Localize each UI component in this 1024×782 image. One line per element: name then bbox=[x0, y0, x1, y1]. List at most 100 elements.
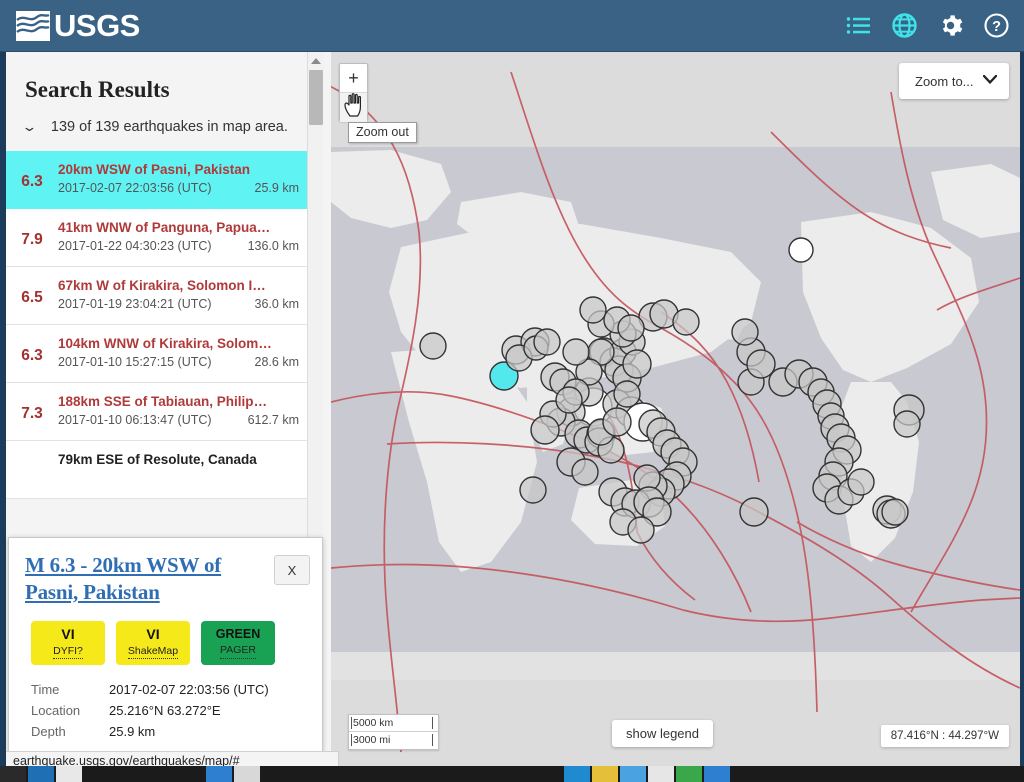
earthquake-item-body: 79km ESE of Resolute, Canada bbox=[58, 450, 313, 467]
earthquake-depth: 136.0 km bbox=[247, 239, 299, 253]
taskbar-item bbox=[704, 766, 730, 782]
usgs-header: USGS ? bbox=[0, 0, 1024, 52]
earthquake-list: 6.3 20km WSW of Pasni, Pakistan 2017-02-07… bbox=[6, 151, 313, 499]
detail-row: Depth 25.9 km bbox=[31, 724, 322, 739]
earthquake-magnitude bbox=[6, 450, 58, 463]
detail-row: Location 25.216°N 63.272°E bbox=[31, 703, 322, 718]
scrollbar-thumb[interactable] bbox=[309, 70, 323, 125]
earthquake-marker[interactable] bbox=[613, 380, 641, 408]
taskbar-item bbox=[564, 766, 590, 782]
taskbar-item bbox=[56, 766, 82, 782]
earthquake-marker[interactable] bbox=[893, 410, 921, 438]
svg-text:?: ? bbox=[992, 19, 1001, 35]
impact-badge[interactable]: GREEN PAGER bbox=[201, 621, 275, 666]
scale-bar: 5000 km 3000 mi bbox=[348, 714, 439, 750]
taskbar-item bbox=[0, 766, 26, 782]
popup-header: M 6.3 - 20km WSW of Pasni, Pakistan X bbox=[9, 538, 322, 605]
earthquake-time: 2017-01-19 23:04:21 (UTC) bbox=[58, 297, 212, 311]
earthquake-magnitude: 6.5 bbox=[21, 289, 43, 306]
taskbar-item bbox=[676, 766, 702, 782]
earthquake-marker[interactable] bbox=[555, 386, 583, 414]
impact-badge[interactable]: VI DYFI? bbox=[31, 621, 105, 666]
cursor-coordinates: 87.416°N : 44.297°W bbox=[880, 725, 1009, 747]
earthquake-magnitude: 7.9 bbox=[21, 231, 43, 248]
earthquake-depth: 28.6 km bbox=[254, 355, 299, 369]
earthquake-magnitude: 7.3 bbox=[21, 405, 43, 422]
show-legend-button[interactable]: show legend bbox=[612, 720, 713, 747]
badge-label: ShakeMap bbox=[127, 645, 179, 660]
results-count-row[interactable]: ⌄ 139 of 139 earthquakes in map area. bbox=[6, 103, 313, 151]
earthquake-marker[interactable] bbox=[533, 328, 561, 356]
earthquake-marker[interactable] bbox=[571, 458, 599, 486]
zoom-controls[interactable]: + bbox=[339, 63, 368, 122]
zoom-out-button[interactable] bbox=[340, 93, 367, 122]
earthquake-item-body: 188km SSE of Tabiauan, Philippi... 2017-0… bbox=[58, 392, 313, 427]
earthquake-marker[interactable] bbox=[627, 516, 655, 544]
chevron-down-icon: ⌄ bbox=[21, 119, 38, 134]
taskbar-item bbox=[648, 766, 674, 782]
gear-icon[interactable] bbox=[937, 12, 964, 39]
earthquake-marker[interactable] bbox=[739, 497, 769, 527]
earthquake-marker[interactable] bbox=[419, 332, 447, 360]
earthquake-place: 41km WNW of Panguna, Papua N... bbox=[58, 220, 273, 235]
earthquake-marker[interactable] bbox=[847, 468, 875, 496]
earthquake-marker[interactable] bbox=[731, 318, 759, 346]
earthquake-marker[interactable] bbox=[617, 314, 645, 342]
earthquake-item-body: 104km WNW of Kirakira, Solomo... 2017-01-… bbox=[58, 334, 313, 369]
page-title: Search Results bbox=[25, 77, 170, 102]
zoom-in-button[interactable]: + bbox=[340, 64, 367, 93]
earthquake-place: 79km ESE of Resolute, Canada bbox=[58, 452, 257, 467]
header-icon-group: ? bbox=[845, 12, 1010, 39]
results-count-label: 139 of 139 earthquakes in map area. bbox=[50, 119, 288, 135]
world-map[interactable] bbox=[331, 52, 1020, 766]
earthquake-marker[interactable] bbox=[519, 476, 547, 504]
earthquake-place: 188km SSE of Tabiauan, Philippi... bbox=[58, 394, 273, 409]
badge-value: GREEN bbox=[215, 627, 261, 642]
detail-value: 2017-02-07 22:03:56 (UTC) bbox=[109, 682, 269, 698]
detail-label: Depth bbox=[31, 724, 66, 740]
earthquake-place: 20km WSW of Pasni, Pakistan bbox=[58, 162, 251, 177]
detail-row: Time 2017-02-07 22:03:56 (UTC) bbox=[31, 682, 322, 697]
earthquake-marker[interactable] bbox=[530, 415, 560, 445]
earthquake-item-body: 67km W of Kirakira, Solomon Isla... 2017-… bbox=[58, 276, 313, 311]
earthquake-marker[interactable] bbox=[579, 296, 607, 324]
os-taskbar[interactable] bbox=[0, 766, 1024, 782]
browser-window: USGS ? Search Results ⌄ 139 of 139 earth… bbox=[0, 0, 1024, 782]
earthquake-meta: 2017-01-10 06:13:47 (UTC) 612.7 km bbox=[58, 413, 303, 427]
earthquake-list-item[interactable]: 6.3 20km WSW of Pasni, Pakistan 2017-02-07… bbox=[6, 151, 313, 209]
badge-label: DYFI? bbox=[53, 645, 83, 660]
usgs-logo-text: USGS bbox=[54, 7, 140, 43]
earthquake-meta: 2017-01-22 04:30:23 (UTC) 136.0 km bbox=[58, 239, 303, 253]
earthquake-place: 67km W of Kirakira, Solomon Isla... bbox=[58, 278, 273, 293]
earthquake-magnitude: 6.3 bbox=[21, 347, 43, 364]
earthquake-list-item[interactable]: 6.3 104km WNW of Kirakira, Solomo... 2017-… bbox=[6, 325, 313, 383]
close-icon[interactable]: X bbox=[274, 555, 310, 585]
scroll-up-icon[interactable] bbox=[308, 52, 324, 69]
earthquake-list-item[interactable]: 79km ESE of Resolute, Canada bbox=[6, 441, 313, 499]
earthquake-time: 2017-02-07 22:03:56 (UTC) bbox=[58, 181, 212, 195]
taskbar-item bbox=[234, 766, 260, 782]
usgs-logo[interactable]: USGS bbox=[16, 7, 140, 43]
scale-mi: 3000 mi bbox=[349, 732, 438, 749]
earthquake-depth: 612.7 km bbox=[247, 413, 299, 427]
earthquake-marker[interactable] bbox=[672, 308, 700, 336]
earthquake-marker[interactable] bbox=[788, 237, 814, 263]
earthquake-marker[interactable] bbox=[881, 498, 909, 526]
globe-icon[interactable] bbox=[891, 12, 918, 39]
zoom-to-dropdown[interactable]: Zoom to... bbox=[899, 63, 1009, 99]
list-icon[interactable] bbox=[845, 12, 872, 39]
earthquake-marker[interactable] bbox=[602, 407, 632, 437]
popup-title-link[interactable]: M 6.3 - 20km WSW of Pasni, Pakistan bbox=[25, 552, 274, 605]
earthquake-list-item[interactable]: 6.5 67km W of Kirakira, Solomon Isla... 20… bbox=[6, 267, 313, 325]
badge-label: PAGER bbox=[220, 644, 256, 659]
help-icon[interactable]: ? bbox=[983, 12, 1010, 39]
taskbar-item bbox=[592, 766, 618, 782]
impact-badge[interactable]: VI ShakeMap bbox=[116, 621, 190, 666]
earthquake-meta: 2017-01-19 23:04:21 (UTC) 36.0 km bbox=[58, 297, 303, 311]
earthquake-marker[interactable] bbox=[622, 349, 652, 379]
earthquake-marker[interactable] bbox=[562, 338, 590, 366]
taskbar-item bbox=[206, 766, 232, 782]
map-panel[interactable]: + Zoom out Zoom to... 5000 km 3000 mi sh… bbox=[331, 52, 1020, 766]
earthquake-list-item[interactable]: 7.9 41km WNW of Panguna, Papua N... 2017-0… bbox=[6, 209, 313, 267]
earthquake-list-item[interactable]: 7.3 188km SSE of Tabiauan, Philippi... 201… bbox=[6, 383, 313, 441]
